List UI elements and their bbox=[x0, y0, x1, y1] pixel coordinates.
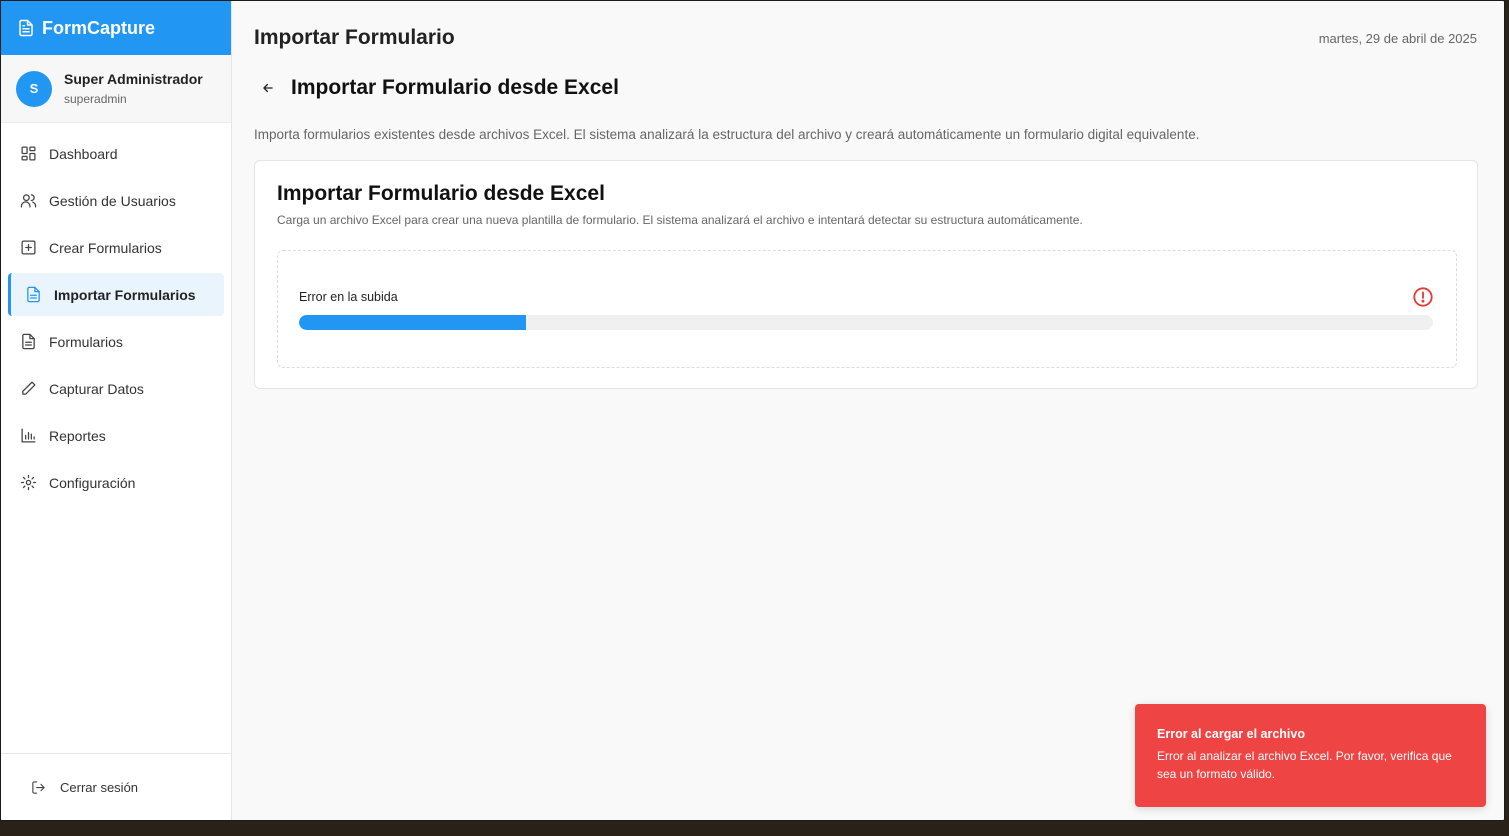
sidebar-item-label: Capturar Datos bbox=[49, 380, 144, 397]
current-date: martes, 29 de abril de 2025 bbox=[1318, 31, 1477, 46]
back-button[interactable] bbox=[259, 79, 277, 97]
gear-icon bbox=[20, 474, 37, 491]
sidebar-item-capture-data[interactable]: Capturar Datos bbox=[8, 367, 224, 410]
sidebar-item-label: Formularios bbox=[49, 333, 123, 350]
avatar: S bbox=[16, 70, 52, 107]
plus-square-icon bbox=[21, 240, 36, 255]
logout-icon bbox=[32, 780, 45, 794]
sidebar-item-dashboard[interactable]: Dashboard bbox=[8, 132, 224, 175]
dashboard-icon bbox=[21, 146, 36, 161]
file-icon bbox=[22, 333, 35, 350]
app-window: FormCapture S Super Administrador supera… bbox=[0, 0, 1505, 821]
main-content: Importar Formulario martes, 29 de abril … bbox=[233, 1, 1504, 820]
user-name: Super Administrador bbox=[64, 71, 203, 87]
logout-label: Cerrar sesión bbox=[60, 779, 139, 795]
page-subtitle: Importar Formulario desde Excel bbox=[291, 76, 619, 99]
sidebar-item-settings[interactable]: Configuración bbox=[8, 461, 224, 504]
sidebar-item-label: Gestión de Usuarios bbox=[49, 192, 176, 209]
desktop-background bbox=[0, 822, 1509, 836]
error-toast[interactable]: Error al cargar el archivo Error al anal… bbox=[1135, 704, 1486, 807]
upload-status: Error en la subida bbox=[299, 290, 398, 304]
sidebar-item-users[interactable]: Gestión de Usuarios bbox=[8, 179, 224, 222]
logout-button[interactable]: Cerrar sesión bbox=[1, 753, 231, 820]
subheader: Importar Formulario desde Excel bbox=[259, 76, 619, 100]
sidebar-item-create-forms[interactable]: Crear Formularios bbox=[8, 226, 224, 269]
user-handle: superadmin bbox=[64, 92, 127, 106]
bar-chart-icon bbox=[21, 428, 36, 443]
pencil-icon bbox=[22, 381, 36, 395]
page-intro: Importa formularios existentes desde arc… bbox=[254, 127, 1200, 142]
toast-title: Error al cargar el archivo bbox=[1157, 727, 1305, 741]
document-icon bbox=[19, 19, 33, 37]
brand-header: FormCapture bbox=[1, 1, 231, 55]
sidebar-nav: Dashboard Gestión de Usuarios Crear Form… bbox=[1, 123, 231, 504]
sidebar-item-label: Reportes bbox=[49, 427, 106, 444]
import-card: Importar Formulario desde Excel Carga un… bbox=[254, 160, 1478, 389]
user-profile: S Super Administrador superadmin bbox=[1, 55, 231, 123]
alert-circle-icon bbox=[1413, 287, 1433, 307]
card-description: Carga un archivo Excel para crear una nu… bbox=[277, 213, 1083, 227]
toast-message: Error al analizar el archivo Excel. Por … bbox=[1157, 749, 1452, 781]
card-title: Importar Formulario desde Excel bbox=[277, 182, 605, 205]
upload-progress-fill bbox=[299, 315, 526, 330]
sidebar: FormCapture S Super Administrador supera… bbox=[1, 1, 232, 820]
sidebar-item-forms[interactable]: Formularios bbox=[8, 320, 224, 363]
sidebar-item-label: Configuración bbox=[49, 474, 136, 491]
arrow-left-icon bbox=[263, 83, 273, 93]
upload-progress-bar bbox=[299, 315, 1433, 330]
page-title: Importar Formulario bbox=[254, 26, 455, 49]
sidebar-item-label: Crear Formularios bbox=[49, 239, 162, 256]
users-icon bbox=[20, 194, 37, 208]
sidebar-item-import-forms[interactable]: Importar Formularios bbox=[8, 273, 224, 316]
brand-name: FormCapture bbox=[42, 17, 156, 38]
sidebar-item-label: Dashboard bbox=[49, 145, 118, 162]
file-icon bbox=[27, 286, 40, 303]
sidebar-item-label: Importar Formularios bbox=[54, 286, 196, 303]
sidebar-item-reports[interactable]: Reportes bbox=[8, 414, 224, 457]
upload-dropzone[interactable]: Error en la subida bbox=[277, 250, 1457, 368]
